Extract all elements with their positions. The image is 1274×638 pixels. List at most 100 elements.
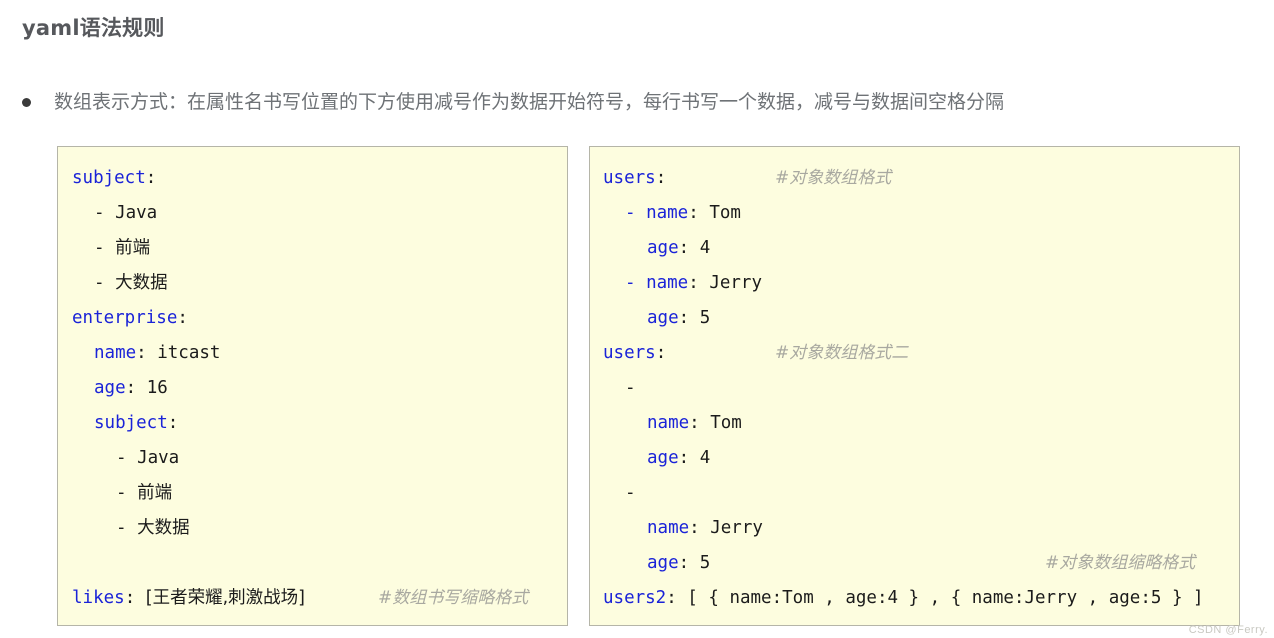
yaml-value: Java xyxy=(137,448,180,468)
code-line: age: 16 xyxy=(58,371,567,406)
code-line: name: Tom xyxy=(590,406,1239,441)
yaml-key: users xyxy=(603,168,656,188)
yaml-key: age xyxy=(647,553,679,573)
code-line: enterprise: xyxy=(58,301,567,336)
yaml-key: age xyxy=(647,448,679,468)
yaml-colon: : xyxy=(167,413,179,433)
yaml-value: 大数据 xyxy=(137,518,190,538)
yaml-key: users xyxy=(603,343,656,363)
yaml-key: name xyxy=(94,343,137,363)
yaml-value: 前端 xyxy=(115,238,151,258)
csdn-watermark: CSDN @Ferry. xyxy=(1188,624,1268,636)
yaml-key: name xyxy=(646,273,689,293)
yaml-colon: : xyxy=(666,588,688,608)
code-line: users2: [ { name:Tom , age:4 } , { name:… xyxy=(590,581,1239,616)
yaml-key: enterprise xyxy=(72,308,178,328)
yaml-value: 16 xyxy=(146,378,168,398)
code-line: users: #对象数组格式二 xyxy=(590,336,1239,371)
yaml-key: subject xyxy=(72,168,146,188)
code-line: likes: [王者荣耀,刺激战场] #数组书写缩略格式 xyxy=(58,581,567,616)
yaml-key: age xyxy=(647,238,679,258)
list-dash: - xyxy=(116,518,138,538)
yaml-value: Jerry xyxy=(710,518,763,538)
yaml-key: name xyxy=(646,203,689,223)
yaml-key: likes xyxy=(72,588,125,608)
code-line: - xyxy=(590,476,1239,511)
yaml-colon: : xyxy=(678,448,700,468)
yaml-value: 4 xyxy=(699,448,711,468)
yaml-colon: : xyxy=(655,343,667,363)
yaml-comment: #数组书写缩略格式 xyxy=(378,588,529,608)
code-line: name: Jerry xyxy=(590,511,1239,546)
page-title: yaml语法规则 xyxy=(22,16,165,40)
yaml-colon: : xyxy=(689,518,711,538)
code-line: age: 4 xyxy=(590,231,1239,266)
yaml-comment: #对象数组格式二 xyxy=(775,343,909,363)
code-line: age: 5 xyxy=(590,301,1239,336)
yaml-colon: : xyxy=(136,343,158,363)
yaml-value: [ { name:Tom , age:4 } , { name:Jerry , … xyxy=(687,588,1204,608)
yaml-value: itcast xyxy=(157,343,221,363)
code-line: - 前端 xyxy=(58,476,567,511)
yaml-colon: : xyxy=(125,378,147,398)
code-line: - Java xyxy=(58,196,567,231)
list-dash: - xyxy=(625,273,647,293)
code-line: subject: xyxy=(58,161,567,196)
code-line: - name: Tom xyxy=(590,196,1239,231)
list-dash: - xyxy=(116,448,138,468)
yaml-value: Tom xyxy=(709,203,741,223)
yaml-value: 5 xyxy=(699,308,711,328)
code-line: age: 5 #对象数组缩略格式 xyxy=(590,546,1239,581)
code-lines-left: subject: - Java - 前端 - 大数据 enterprise: name: … xyxy=(58,147,567,616)
yaml-value: 4 xyxy=(699,238,711,258)
bullet-item: 数组表示方式：在属性名书写位置的下方使用减号作为数据开始符号，每行书写一个数据，… xyxy=(22,88,1004,116)
yaml-value: Tom xyxy=(710,413,742,433)
list-dash: - xyxy=(625,378,636,398)
yaml-colon: : xyxy=(177,308,188,328)
bullet-item-text: 数组表示方式：在属性名书写位置的下方使用减号作为数据开始符号，每行书写一个数据，… xyxy=(54,91,1005,113)
list-dash: - xyxy=(625,483,636,503)
code-line: - 大数据 xyxy=(58,511,567,546)
list-dash: - xyxy=(94,203,116,223)
yaml-colon: : xyxy=(655,168,667,188)
yaml-colon: : xyxy=(688,273,710,293)
yaml-value: Java xyxy=(115,203,158,223)
yaml-key: age xyxy=(94,378,126,398)
code-line: age: 4 xyxy=(590,441,1239,476)
yaml-key: users2 xyxy=(603,588,667,608)
code-line: - 前端 xyxy=(58,231,567,266)
yaml-key: age xyxy=(647,308,679,328)
yaml-colon: : xyxy=(688,203,710,223)
yaml-comment: #对象数组缩略格式 xyxy=(1045,553,1196,573)
code-line: - Java xyxy=(58,441,567,476)
yaml-colon: : xyxy=(678,308,700,328)
list-dash: - xyxy=(94,273,116,293)
code-lines-right: users: #对象数组格式 - name: Tom age: 4- name: Je… xyxy=(590,147,1239,616)
code-line: - xyxy=(590,371,1239,406)
yaml-comment: #对象数组格式 xyxy=(775,168,892,188)
code-line: name: itcast xyxy=(58,336,567,371)
yaml-value: Jerry xyxy=(709,273,762,293)
list-dash: - xyxy=(625,203,647,223)
yaml-value: [王者荣耀,刺激战场] xyxy=(145,588,305,608)
yaml-key: name xyxy=(647,413,690,433)
list-dash: - xyxy=(116,483,138,503)
code-line: subject: xyxy=(58,406,567,441)
bullet-dot-icon xyxy=(22,98,31,107)
yaml-value: 5 xyxy=(699,553,711,573)
code-line: users: #对象数组格式 xyxy=(590,161,1239,196)
yaml-colon: : xyxy=(678,553,700,573)
yaml-colon: : xyxy=(678,238,700,258)
code-line: - 大数据 xyxy=(58,266,567,301)
yaml-value: 前端 xyxy=(137,483,173,503)
yaml-colon: : xyxy=(145,168,157,188)
code-block-left: subject: - Java - 前端 - 大数据 enterprise: name: … xyxy=(57,146,568,626)
yaml-value: 大数据 xyxy=(115,273,168,293)
yaml-key: name xyxy=(647,518,690,538)
yaml-key: subject xyxy=(94,413,168,433)
yaml-colon: : xyxy=(124,588,146,608)
code-block-right: users: #对象数组格式 - name: Tom age: 4- name: Je… xyxy=(589,146,1240,626)
yaml-colon: : xyxy=(689,413,711,433)
list-dash: - xyxy=(94,238,116,258)
